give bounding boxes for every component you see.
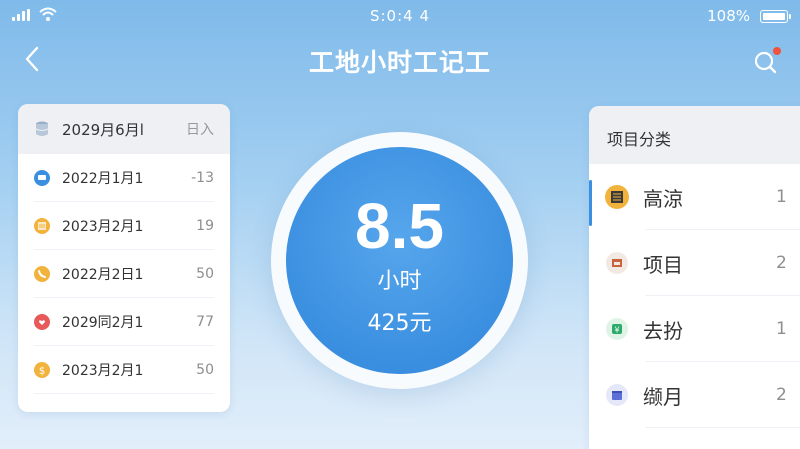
category-name: 缬月 bbox=[643, 384, 683, 409]
message-icon bbox=[34, 170, 50, 186]
summary-circle[interactable]: 8.5 小时 425元 bbox=[286, 147, 513, 374]
record-value: 77 bbox=[196, 314, 214, 330]
record-row[interactable]: 2022月2日1 50 bbox=[18, 250, 230, 298]
calendar-icon bbox=[605, 383, 629, 407]
records-list: 2022月1月1 -13 2023月2月1 19 2022月2日1 50 2029同2月1 7… bbox=[18, 154, 230, 412]
status-time: S:0:4 4 bbox=[369, 7, 431, 25]
category-name: 项目 bbox=[643, 252, 683, 277]
category-count: 2 bbox=[776, 253, 787, 273]
record-date: 2023月2月1 bbox=[62, 219, 144, 235]
record-date: 2023月2月1 bbox=[62, 363, 144, 379]
record-row[interactable]: 2029同2月1 77 bbox=[18, 298, 230, 346]
phone-icon bbox=[34, 266, 50, 282]
category-item[interactable]: ¥ 去扮 1 bbox=[589, 296, 800, 362]
record-value: 50 bbox=[196, 362, 214, 378]
category-count: 1 bbox=[776, 187, 787, 207]
coin-icon: $ bbox=[34, 362, 50, 378]
record-date: 2022月2日1 bbox=[62, 267, 144, 283]
category-item[interactable]: 高涼 1 bbox=[589, 164, 800, 230]
record-value: 50 bbox=[196, 266, 214, 282]
category-count: 1 bbox=[776, 319, 787, 339]
category-list: 高涼 1 项目 2 ¥ 去扮 1 缬月 2 bbox=[589, 164, 800, 428]
svg-text:¥: ¥ bbox=[614, 326, 619, 335]
battery-percent: 108% bbox=[707, 7, 750, 25]
records-panel: 2029月6月l 日入 2022月1月1 -13 2023月2月1 19 2022月2日… bbox=[18, 104, 230, 412]
hours-unit: 小时 bbox=[377, 269, 422, 294]
category-panel: 项目分类 高涼 1 项目 2 ¥ 去扮 1 缬月 2 bbox=[589, 106, 800, 449]
records-header[interactable]: 2029月6月l 日入 bbox=[18, 104, 230, 154]
shop-icon bbox=[605, 251, 629, 275]
building-icon bbox=[605, 185, 629, 209]
page-title: 工地小时工记工 bbox=[308, 48, 491, 77]
category-title: 项目分类 bbox=[589, 106, 800, 164]
money-icon: ¥ bbox=[605, 317, 629, 341]
battery-icon bbox=[760, 10, 791, 23]
record-row[interactable]: 2023月2月1 19 bbox=[18, 202, 230, 250]
record-value: 19 bbox=[196, 218, 214, 234]
records-header-date: 2029月6月l bbox=[62, 120, 144, 139]
heart-icon bbox=[34, 314, 50, 330]
svg-text:$: $ bbox=[39, 366, 45, 377]
search-button[interactable] bbox=[752, 47, 781, 76]
category-name: 高涼 bbox=[643, 186, 683, 211]
record-row[interactable]: $2023月2月1 50 bbox=[18, 346, 230, 394]
database-icon bbox=[35, 121, 49, 136]
record-value: -13 bbox=[191, 170, 214, 186]
notification-dot bbox=[773, 47, 781, 55]
category-item[interactable]: 项目 2 bbox=[589, 230, 800, 296]
record-row-partial bbox=[18, 394, 230, 412]
records-header-label: 日入 bbox=[186, 122, 214, 138]
total-hours: 8.5 bbox=[355, 190, 444, 262]
category-count: 2 bbox=[776, 385, 787, 405]
category-name: 去扮 bbox=[643, 318, 683, 343]
notebook-icon bbox=[34, 218, 50, 234]
active-category-indicator bbox=[589, 180, 592, 226]
record-date: 2022月1月1 bbox=[62, 171, 144, 187]
total-amount: 425元 bbox=[367, 311, 432, 336]
status-bar: S:0:4 4 108% bbox=[0, 0, 800, 34]
record-date: 2029同2月1 bbox=[62, 315, 144, 331]
category-item[interactable]: 缬月 2 bbox=[589, 362, 800, 428]
record-row[interactable]: 2022月1月1 -13 bbox=[18, 154, 230, 202]
